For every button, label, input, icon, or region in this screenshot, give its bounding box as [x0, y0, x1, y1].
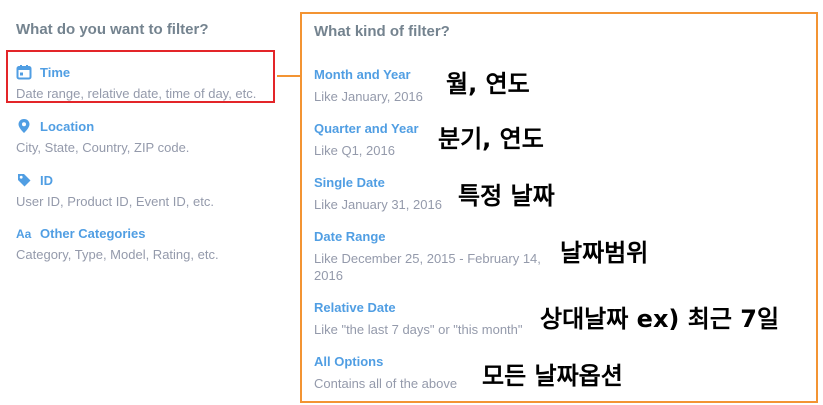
category-other[interactable]: Aa Other Categories Category, Type, Mode…	[16, 226, 274, 262]
option-month-and-year[interactable]: Month and Year Like January, 2016	[314, 67, 423, 105]
option-desc: Like January 31, 2016	[314, 197, 442, 212]
category-other-desc: Category, Type, Model, Rating, etc.	[16, 247, 219, 262]
filter-type-panel: What kind of filter? Month and Year Like…	[300, 12, 818, 403]
option-desc: Like January, 2016	[314, 89, 423, 104]
category-id-name: ID	[40, 172, 53, 188]
option-desc: Contains all of the above	[314, 376, 458, 391]
category-location-name: Location	[40, 118, 95, 134]
category-location[interactable]: Location City, State, Country, ZIP code.	[16, 118, 274, 156]
option-name: All Options	[314, 354, 384, 369]
option-date-range[interactable]: Date Range Like December 25, 2015 - Febr…	[314, 229, 559, 284]
calendar-icon	[16, 64, 32, 80]
left-panel-title: What do you want to filter?	[16, 21, 209, 38]
option-name: Month and Year	[314, 67, 411, 82]
option-quarter-and-year[interactable]: Quarter and Year Like Q1, 2016	[314, 121, 419, 159]
category-time-name: Time	[40, 64, 71, 80]
location-pin-icon	[16, 118, 32, 134]
option-desc: Like "the last 7 days" or "this month"	[314, 322, 523, 337]
option-name: Date Range	[314, 229, 386, 244]
option-single-date[interactable]: Single Date Like January 31, 2016	[314, 175, 442, 213]
annotation-relative-date: 상대날짜 ex) 최근 7일	[540, 305, 780, 333]
option-desc: Like Q1, 2016	[314, 143, 395, 158]
option-name: Quarter and Year	[314, 121, 419, 136]
annotation-all-options: 모든 날짜옵션	[482, 362, 623, 390]
category-time-desc: Date range, relative date, time of day, …	[16, 86, 257, 101]
category-id[interactable]: ID User ID, Product ID, Event ID, etc.	[16, 172, 274, 210]
annotation-single-date: 특정 날짜	[458, 182, 555, 210]
right-panel-title: What kind of filter?	[314, 23, 450, 40]
option-all-options[interactable]: All Options Contains all of the above	[314, 354, 457, 392]
option-relative-date[interactable]: Relative Date Like "the last 7 days" or …	[314, 300, 523, 338]
tag-icon	[16, 172, 32, 188]
category-id-desc: User ID, Product ID, Event ID, etc.	[16, 194, 214, 209]
annotation-date-range: 날짜범위	[560, 239, 649, 267]
option-desc: Like December 25, 2015 - February 14, 20…	[314, 251, 541, 283]
category-time[interactable]: Time Date range, relative date, time of …	[16, 64, 274, 102]
option-name: Relative Date	[314, 300, 396, 315]
category-location-desc: City, State, Country, ZIP code.	[16, 140, 190, 155]
annotation-quarter-year: 분기, 연도	[438, 125, 544, 153]
text-aa-icon: Aa	[16, 226, 32, 241]
annotation-month-year: 월, 연도	[446, 70, 530, 98]
category-other-name: Other Categories	[40, 226, 146, 241]
option-name: Single Date	[314, 175, 385, 190]
connector-line	[277, 75, 301, 77]
